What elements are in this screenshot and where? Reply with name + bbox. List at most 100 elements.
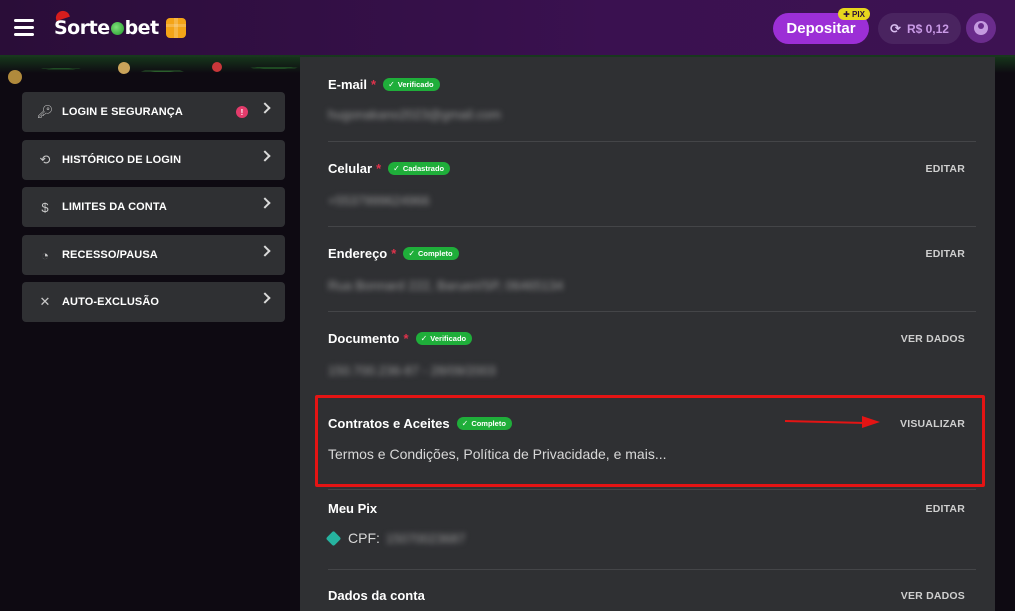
logo-text-sorte: Sorte xyxy=(54,17,110,39)
address-title: Endereço * ✓ Completo xyxy=(328,246,459,261)
status-badge: ✓ Completo xyxy=(403,247,459,260)
edit-phone-button[interactable]: EDITAR xyxy=(925,163,965,175)
email-value: hugonakano2023@gmail.com xyxy=(328,107,501,122)
badge-label: Cadastrado xyxy=(402,164,445,173)
required-mark: * xyxy=(403,331,409,346)
user-icon xyxy=(974,21,988,35)
status-badge: ✓ Verificado xyxy=(383,78,440,91)
chevron-right-icon xyxy=(259,102,271,114)
divider xyxy=(328,489,976,490)
chevron-right-icon xyxy=(259,245,271,257)
contracts-title: Contratos e Aceites ✓ Completo xyxy=(328,416,512,431)
email-title-text: E-mail xyxy=(328,77,368,92)
status-badge: ✓ Cadastrado xyxy=(388,162,451,175)
required-mark: * xyxy=(391,246,397,261)
balance-value: R$ 0,12 xyxy=(906,21,949,36)
account-data-section: Dados da conta VER DADOS xyxy=(328,588,965,608)
view-document-button[interactable]: VER DADOS xyxy=(901,333,965,345)
pix-key-row: CPF: 15070023687 xyxy=(325,530,466,546)
edit-address-button[interactable]: EDITAR xyxy=(925,248,965,260)
contracts-value: Termos e Condições, Política de Privacid… xyxy=(328,446,667,462)
badge-label: Completo xyxy=(418,249,453,258)
bauble-icon xyxy=(8,70,22,84)
divider xyxy=(328,311,976,312)
chevron-right-icon xyxy=(259,292,271,304)
view-contracts-button[interactable]: VISUALIZAR xyxy=(900,418,965,430)
badge-label: Completo xyxy=(471,419,506,428)
document-title: Documento * ✓ Verificado xyxy=(328,331,473,346)
sidebar-item-break[interactable]: ◔ RECESSO/PAUSA xyxy=(22,235,285,275)
chevron-right-icon xyxy=(259,197,271,209)
edit-pix-button[interactable]: EDITAR xyxy=(925,503,965,515)
sidebar-item-login-security[interactable]: 🔑︎ LOGIN E SEGURANÇA ! xyxy=(22,92,285,132)
account-title: Dados da conta xyxy=(328,588,425,603)
top-bar: Sorte bet Depositar ✚ PIX ⟳ R$ 0,12 xyxy=(0,0,1015,57)
check-icon: ✓ xyxy=(393,164,400,173)
contracts-title-text: Contratos e Aceites xyxy=(328,416,450,431)
pix-title: Meu Pix xyxy=(328,501,377,516)
status-badge: ✓ Verificado xyxy=(415,332,473,345)
sidebar-item-self-exclusion[interactable]: ✕ AUTO-EXCLUSÃO xyxy=(22,282,285,322)
email-section: E-mail * ✓ Verificado hugonakano2023@gmai… xyxy=(328,75,965,145)
divider xyxy=(328,141,976,142)
user-exclude-icon: ✕ xyxy=(39,294,51,309)
check-icon: ✓ xyxy=(388,80,395,89)
pix-title-text: Meu Pix xyxy=(328,501,378,516)
pix-section: Meu Pix EDITAR CPF: 15070023687 xyxy=(325,501,965,561)
pix-icon xyxy=(325,530,342,546)
phone-value: +5537999624966 xyxy=(328,193,430,208)
sidebar-item-label: HISTÓRICO DE LOGIN xyxy=(62,154,182,166)
balance-button[interactable]: ⟳ R$ 0,12 xyxy=(878,13,961,44)
timer-icon: ◔ xyxy=(41,247,49,263)
bauble-icon xyxy=(212,62,222,72)
pix-badge-label: PIX xyxy=(852,9,865,19)
key-icon: 🔑︎ xyxy=(36,104,54,119)
email-title: E-mail * ✓ Verificado xyxy=(328,77,440,92)
check-icon: ✓ xyxy=(408,249,416,258)
chevron-right-icon xyxy=(259,150,271,162)
pix-key-label: CPF: xyxy=(348,530,380,546)
hamburger-menu-icon[interactable] xyxy=(14,19,34,36)
divider xyxy=(328,226,976,227)
document-value: 150.700.236-87 - 28/09/2003 xyxy=(328,363,496,378)
required-mark: * xyxy=(371,77,377,92)
sidebar-item-login-history[interactable]: ⟲ HISTÓRICO DE LOGIN xyxy=(22,140,285,180)
account-title-text: Dados da conta xyxy=(328,588,425,603)
phone-title-text: Celular xyxy=(328,161,373,176)
refresh-icon[interactable]: ⟳ xyxy=(890,21,901,37)
phone-section: Celular * ✓ Cadastrado EDITAR +5537999624… xyxy=(328,161,965,221)
arrow-head-icon xyxy=(862,416,880,428)
required-mark: * xyxy=(376,161,382,176)
check-icon: ✓ xyxy=(461,419,469,428)
sidebar-item-label: AUTO-EXCLUSÃO xyxy=(62,296,160,308)
divider xyxy=(328,396,976,397)
view-account-button[interactable]: VER DADOS xyxy=(901,590,965,602)
history-icon: ⟲ xyxy=(39,152,51,167)
sidebar-item-label: LIMITES DA CONTA xyxy=(62,201,167,213)
sidebar-item-label: LOGIN E SEGURANÇA xyxy=(62,106,183,118)
status-badge: ✓ Completo xyxy=(456,417,512,430)
ball-icon xyxy=(110,22,124,35)
badge-label: Verificado xyxy=(430,334,467,343)
alert-icon: ! xyxy=(236,106,248,118)
bauble-icon xyxy=(118,62,130,74)
pix-key-value: 15070023687 xyxy=(385,530,466,546)
gift-icon[interactable] xyxy=(165,18,186,38)
logo-text-bet: bet xyxy=(124,17,160,39)
address-section: Endereço * ✓ Completo EDITAR Rua Bonnard … xyxy=(328,246,965,306)
document-title-text: Documento xyxy=(328,331,400,346)
check-icon: ✓ xyxy=(420,334,428,343)
pix-badge: ✚ PIX xyxy=(838,8,870,20)
badge-label: Verificado xyxy=(397,80,434,89)
divider xyxy=(328,569,976,570)
sidebar-item-account-limits[interactable]: $ LIMITES DA CONTA xyxy=(22,187,285,227)
address-value: Rua Bonnard 222, Barueri/SP, 06465134 xyxy=(328,278,564,293)
document-section: Documento * ✓ Verificado VER DADOS 150.70… xyxy=(328,331,965,391)
avatar[interactable] xyxy=(966,13,996,43)
profile-panel: E-mail * ✓ Verificado hugonakano2023@gmai… xyxy=(300,57,995,611)
phone-title: Celular * ✓ Cadastrado xyxy=(328,161,451,176)
address-title-text: Endereço xyxy=(328,246,388,261)
logo[interactable]: Sorte bet xyxy=(54,9,186,41)
money-bag-icon: $ xyxy=(41,199,49,215)
sidebar-item-label: RECESSO/PAUSA xyxy=(62,249,158,261)
